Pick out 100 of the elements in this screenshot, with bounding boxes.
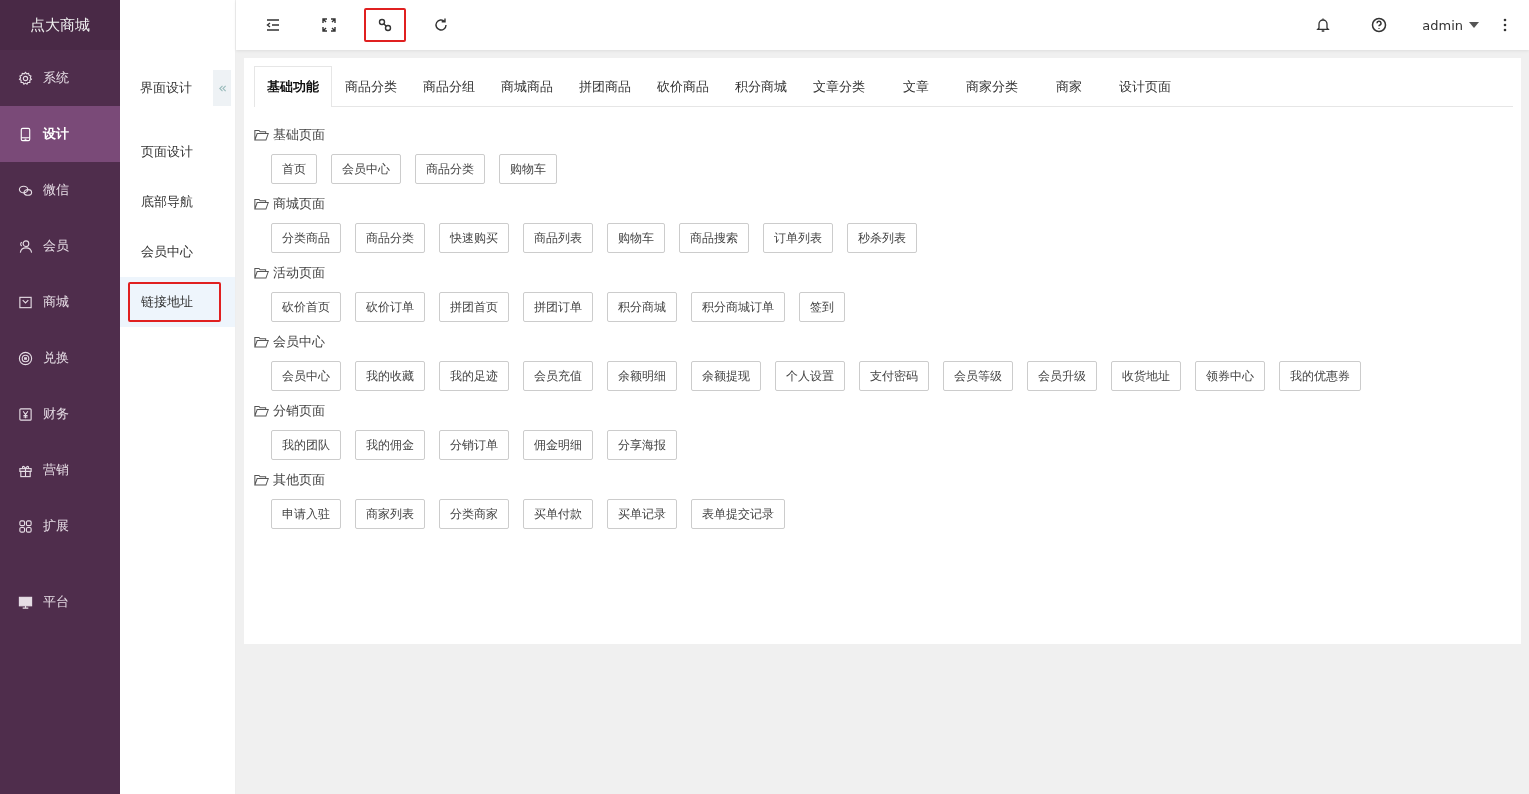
tab[interactable]: 商家	[1031, 66, 1106, 107]
bag-icon	[18, 294, 33, 310]
link-button[interactable]: 砍价首页	[271, 292, 341, 322]
link-button[interactable]: 会员充值	[523, 361, 593, 391]
link-button[interactable]: 快速购买	[439, 223, 509, 253]
nav-link[interactable]: 链接地址	[128, 282, 221, 322]
link-button[interactable]: 分销订单	[439, 430, 509, 460]
tab[interactable]: 商家分类	[953, 66, 1031, 107]
link-button[interactable]: 申请入驻	[271, 499, 341, 529]
caret-icon	[1469, 22, 1479, 28]
sidebar-item[interactable]: 微信	[0, 162, 120, 218]
link-button[interactable]: 签到	[799, 292, 845, 322]
link-button[interactable]: 分类商家	[439, 499, 509, 529]
link-button[interactable]: 积分商城	[607, 292, 677, 322]
sidebar-item[interactable]: 平台	[0, 574, 120, 630]
folder-icon	[254, 198, 269, 210]
nav-link[interactable]: 页面设计	[128, 132, 206, 172]
nav-link[interactable]: 会员中心	[128, 232, 206, 272]
link-button[interactable]: 我的足迹	[439, 361, 509, 391]
link-button[interactable]: 个人设置	[775, 361, 845, 391]
link-button[interactable]: 商家列表	[355, 499, 425, 529]
folder-icon	[254, 405, 269, 417]
link-button[interactable]: 支付密码	[859, 361, 929, 391]
tab[interactable]: 商城商品	[488, 66, 566, 107]
link-button[interactable]: 余额明细	[607, 361, 677, 391]
sidebar-item[interactable]: 扩展	[0, 498, 120, 554]
link-button[interactable]: 会员中心	[271, 361, 341, 391]
tab[interactable]: 商品分组	[410, 66, 488, 107]
section-heading: 其他页面	[273, 471, 325, 489]
gear-icon	[18, 70, 33, 86]
link-button[interactable]: 收货地址	[1111, 361, 1181, 391]
link-button[interactable]: 会员等级	[943, 361, 1013, 391]
link-button[interactable]: 会员升级	[1027, 361, 1097, 391]
refresh-icon	[433, 17, 449, 33]
link-icon	[377, 17, 393, 33]
link-button[interactable]: 佣金明细	[523, 430, 593, 460]
tablet-icon	[18, 126, 33, 142]
grid-icon	[18, 518, 33, 534]
tab[interactable]: 砍价商品	[644, 66, 722, 107]
tab[interactable]: 设计页面	[1106, 66, 1184, 107]
tab[interactable]: 积分商城	[722, 66, 800, 107]
folder-icon	[254, 267, 269, 279]
sidebar-item[interactable]: 设计	[0, 106, 120, 162]
link-button[interactable]: 订单列表	[763, 223, 833, 253]
link-button[interactable]: 秒杀列表	[847, 223, 917, 253]
link-button[interactable]: 商品搜索	[679, 223, 749, 253]
sidebar-item[interactable]: 商城	[0, 274, 120, 330]
more-icon	[1503, 18, 1507, 32]
tab[interactable]: 商品分类	[332, 66, 410, 107]
link-button[interactable]: 买单记录	[607, 499, 677, 529]
link-button[interactable]	[364, 8, 406, 42]
sidebar-item[interactable]: 兑换	[0, 330, 120, 386]
folder-icon	[254, 336, 269, 348]
link-button[interactable]: 分享海报	[607, 430, 677, 460]
double-chevron-icon	[217, 83, 227, 93]
link-button[interactable]: 分类商品	[271, 223, 341, 253]
folder-icon	[254, 129, 269, 141]
yen-icon	[18, 406, 33, 422]
section-heading: 会员中心	[273, 333, 325, 351]
link-button[interactable]: 余额提现	[691, 361, 761, 391]
user-icon	[18, 238, 33, 254]
section-heading: 活动页面	[273, 264, 325, 282]
link-button[interactable]: 积分商城订单	[691, 292, 785, 322]
help-icon	[1371, 17, 1388, 33]
link-button[interactable]: 会员中心	[331, 154, 401, 184]
brand-logo-text: 点大商城	[0, 0, 120, 50]
link-button[interactable]: 拼团订单	[523, 292, 593, 322]
link-button[interactable]: 表单提交记录	[691, 499, 785, 529]
nav-link[interactable]: 底部导航	[128, 182, 206, 222]
sidebar-item[interactable]: 营销	[0, 442, 120, 498]
link-button[interactable]: 我的团队	[271, 430, 341, 460]
coin-icon	[18, 350, 33, 366]
section-title: 界面设计	[139, 79, 192, 97]
sidebar-item[interactable]: 财务	[0, 386, 120, 442]
tab[interactable]: 文章分类	[800, 66, 878, 107]
tab[interactable]: 基础功能	[254, 66, 332, 107]
link-button[interactable]: 首页	[271, 154, 317, 184]
link-button[interactable]: 商品分类	[355, 223, 425, 253]
user-menu[interactable]: admin	[1420, 13, 1481, 37]
sidebar-item[interactable]: 系统	[0, 50, 120, 106]
bell-icon	[1315, 17, 1332, 33]
link-button[interactable]: 买单付款	[523, 499, 593, 529]
link-button[interactable]: 砍价订单	[355, 292, 425, 322]
sidebar-item[interactable]: 会员	[0, 218, 120, 274]
tab[interactable]: 拼团商品	[566, 66, 644, 107]
link-button[interactable]: 我的佣金	[355, 430, 425, 460]
section-heading: 基础页面	[273, 126, 325, 144]
indent-icon	[265, 17, 281, 33]
section-heading: 分销页面	[273, 402, 325, 420]
link-button[interactable]: 商品列表	[523, 223, 593, 253]
link-button[interactable]: 拼团首页	[439, 292, 509, 322]
link-button[interactable]: 购物车	[607, 223, 665, 253]
fullscreen-icon	[321, 17, 337, 33]
link-button[interactable]: 领券中心	[1195, 361, 1265, 391]
tab[interactable]: 文章	[878, 66, 953, 107]
folder-icon	[254, 474, 269, 486]
link-button[interactable]: 我的优惠券	[1279, 361, 1361, 391]
link-button[interactable]: 我的收藏	[355, 361, 425, 391]
link-button[interactable]: 购物车	[499, 154, 557, 184]
link-button[interactable]: 商品分类	[415, 154, 485, 184]
